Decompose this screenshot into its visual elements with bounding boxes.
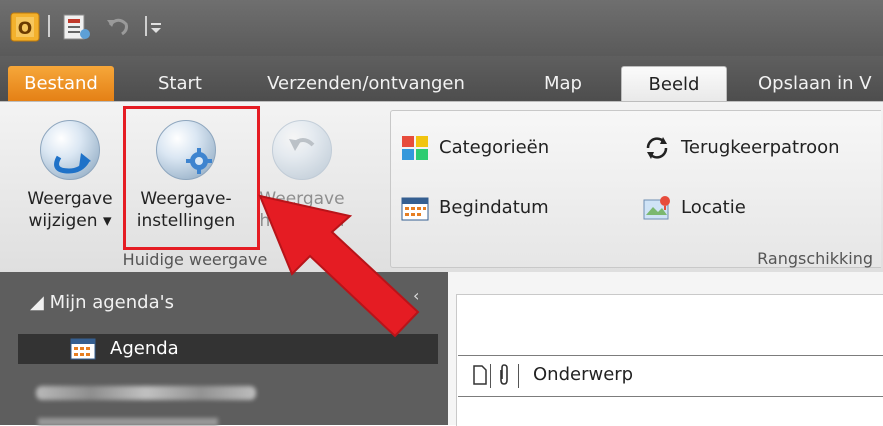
recurrence-icon bbox=[643, 135, 671, 161]
my-calendars-header[interactable]: ◢ Mijn agenda's bbox=[30, 292, 174, 313]
blurred-item bbox=[36, 386, 256, 400]
column-separator bbox=[490, 364, 491, 388]
title-bar: O bbox=[0, 0, 883, 56]
svg-text:O: O bbox=[18, 19, 32, 39]
customize-qat-icon[interactable] bbox=[143, 12, 163, 40]
column-separator-2 bbox=[518, 364, 519, 388]
arrange-categories-label: Categorieën bbox=[439, 137, 550, 158]
red-arrow-icon bbox=[258, 194, 420, 338]
arrange-recurrence-label: Terugkeerpatroon bbox=[681, 137, 840, 158]
separator-icon bbox=[47, 12, 51, 40]
agenda-calendar-icon bbox=[70, 338, 96, 360]
outlook-app-icon[interactable]: O bbox=[10, 12, 40, 42]
change-view-icon bbox=[40, 120, 100, 180]
outlook-window: O Bestand Start Verzenden/ontvangen Map … bbox=[0, 0, 883, 426]
ribbon-tabs: Bestand Start Verzenden/ontvangen Map Be… bbox=[0, 56, 883, 103]
arrangement-group: Categorieën Terugkeerpatroon Begindatum … bbox=[390, 110, 881, 268]
column-subject[interactable]: Onderwerp bbox=[533, 364, 633, 385]
tab-map[interactable]: Map bbox=[530, 66, 596, 102]
tab-start[interactable]: Start bbox=[143, 66, 217, 102]
list-column-header: Onderwerp bbox=[458, 355, 883, 397]
arrange-location-label: Locatie bbox=[681, 197, 746, 218]
change-view-button[interactable]: Weergave wijzigen ▾ bbox=[10, 108, 130, 248]
change-view-label-1: Weergave bbox=[27, 189, 113, 209]
change-view-label-2: wijzigen ▾ bbox=[28, 211, 112, 231]
document-icon[interactable] bbox=[472, 364, 488, 386]
send-receive-icon[interactable] bbox=[60, 12, 92, 40]
tab-opslaan[interactable]: Opslaan in V bbox=[746, 66, 883, 102]
reset-view-icon bbox=[272, 120, 332, 180]
arrangement-group-label: Rangschikking bbox=[757, 249, 873, 268]
tab-verzenden-ontvangen[interactable]: Verzenden/ontvangen bbox=[248, 66, 484, 102]
attachment-icon[interactable] bbox=[497, 364, 511, 386]
undo-icon[interactable] bbox=[104, 12, 132, 40]
location-icon bbox=[643, 195, 671, 221]
categories-icon bbox=[401, 135, 429, 161]
arrange-start-date-label: Begindatum bbox=[439, 197, 549, 218]
agenda-label: Agenda bbox=[110, 338, 179, 359]
tab-bestand[interactable]: Bestand bbox=[8, 66, 114, 102]
tab-beeld[interactable]: Beeld bbox=[621, 66, 727, 103]
